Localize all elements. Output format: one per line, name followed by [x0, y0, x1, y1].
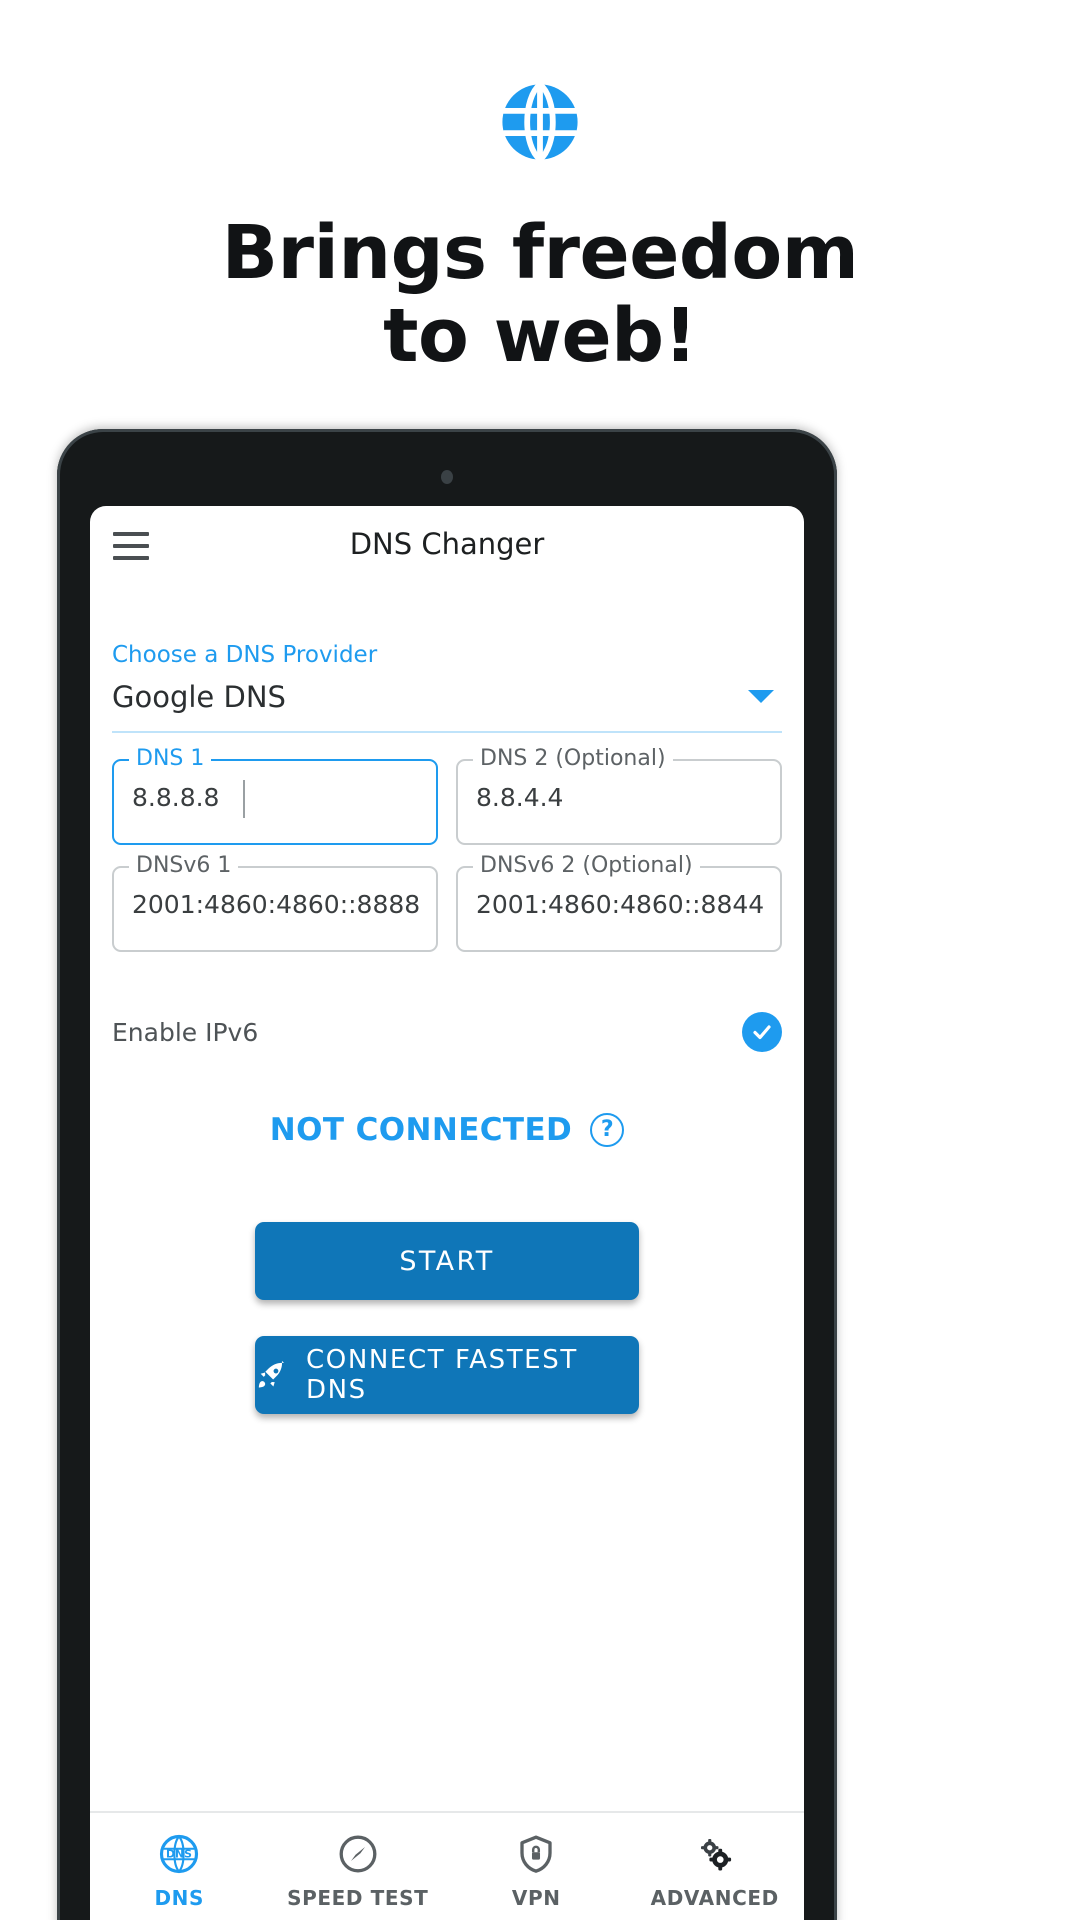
- provider-selected-value: Google DNS: [112, 680, 286, 714]
- page-title: Brings freedom to web!: [0, 212, 1080, 378]
- dns2-value: 8.8.4.4: [476, 783, 564, 812]
- dns1-field[interactable]: DNS 1 8.8.8.8: [112, 746, 438, 845]
- check-icon: [753, 1025, 771, 1040]
- globe-icon: [501, 81, 579, 163]
- enable-ipv6-checkbox[interactable]: [742, 1012, 782, 1052]
- camera-dot: [441, 470, 453, 484]
- dns1-value: 8.8.8.8: [132, 783, 220, 812]
- dnsv6-2-field[interactable]: DNSv6 2 (Optional) 2001:4860:4860::8844: [456, 853, 782, 952]
- nav-item-vpn[interactable]: VPN: [447, 1813, 626, 1920]
- dns2-label: DNS 2 (Optional): [473, 746, 673, 771]
- connect-fastest-dns-button[interactable]: CONNECT FASTEST DNS: [255, 1336, 639, 1414]
- device-frame: DNS Changer Choose a DNS Provider Google…: [57, 429, 837, 1920]
- nav-item-dns[interactable]: DNS DNS: [90, 1813, 269, 1920]
- globe-icon-wrap: [0, 76, 1080, 168]
- promo-title-line-1: Brings freedom: [221, 210, 859, 296]
- dns-v6-row: DNSv6 1 2001:4860:4860::8888 DNSv6 2 (Op…: [112, 853, 782, 952]
- dnsv6-1-label: DNSv6 1: [129, 853, 239, 878]
- speedometer-icon: [339, 1835, 377, 1872]
- nav-label-vpn: VPN: [511, 1885, 561, 1910]
- rocket-icon: [258, 1360, 285, 1388]
- connection-status: NOT CONNECTED ?: [112, 1112, 782, 1148]
- dns-badge-icon: DNS: [160, 1834, 199, 1873]
- connect-fastest-dns-label: CONNECT FASTEST DNS: [306, 1345, 578, 1405]
- chevron-down-icon[interactable]: [748, 690, 774, 703]
- nav-label-dns: DNS: [154, 1885, 205, 1910]
- text-caret: [243, 780, 245, 818]
- start-button[interactable]: START: [255, 1222, 639, 1300]
- dns2-field[interactable]: DNS 2 (Optional) 8.8.4.4: [456, 746, 782, 845]
- help-circle-icon[interactable]: ?: [590, 1113, 625, 1147]
- gears-icon: [700, 1838, 731, 1870]
- enable-ipv6-label: Enable IPv6: [112, 1017, 259, 1047]
- app-bar: DNS Changer: [90, 506, 804, 586]
- dns1-label: DNS 1: [129, 746, 212, 771]
- dnsv6-1-value: 2001:4860:4860::8888: [132, 890, 421, 919]
- nav-item-speed-test[interactable]: SPEED TEST: [269, 1813, 448, 1920]
- dnsv6-2-value: 2001:4860:4860::8844: [476, 890, 765, 919]
- promo-header: Brings freedom to web!: [0, 0, 1080, 378]
- dnsv6-2-label: DNSv6 2 (Optional): [473, 853, 700, 878]
- svg-text:DNS: DNS: [166, 1847, 192, 1860]
- nav-label-speed-test: SPEED TEST: [287, 1885, 429, 1910]
- shield-lock-icon: [520, 1835, 552, 1873]
- status-badge: NOT CONNECTED: [269, 1112, 573, 1148]
- app-title: DNS Changer: [349, 527, 545, 561]
- provider-select[interactable]: Google DNS: [112, 680, 782, 733]
- bottom-navigation: DNS DNS SPEED TEST VPN ADVANCED: [90, 1811, 804, 1920]
- nav-item-advanced[interactable]: ADVANCED: [626, 1813, 805, 1920]
- promo-title-line-2: to web!: [383, 292, 697, 379]
- promo-screenshot: Brings freedom to web! DNS Changer Choos…: [0, 0, 1080, 1920]
- dns-v4-row: DNS 1 8.8.8.8 DNS 2 (Optional) 8.8.4.4: [112, 746, 782, 845]
- enable-ipv6-row[interactable]: Enable IPv6: [112, 1012, 782, 1052]
- dnsv6-1-field[interactable]: DNSv6 1 2001:4860:4860::8888: [112, 853, 438, 952]
- provider-label: Choose a DNS Provider: [112, 642, 378, 668]
- nav-label-advanced: ADVANCED: [650, 1885, 779, 1910]
- app-content: Choose a DNS Provider Google DNS DNS 1 8…: [90, 642, 804, 1414]
- app-screen: DNS Changer Choose a DNS Provider Google…: [90, 506, 804, 1920]
